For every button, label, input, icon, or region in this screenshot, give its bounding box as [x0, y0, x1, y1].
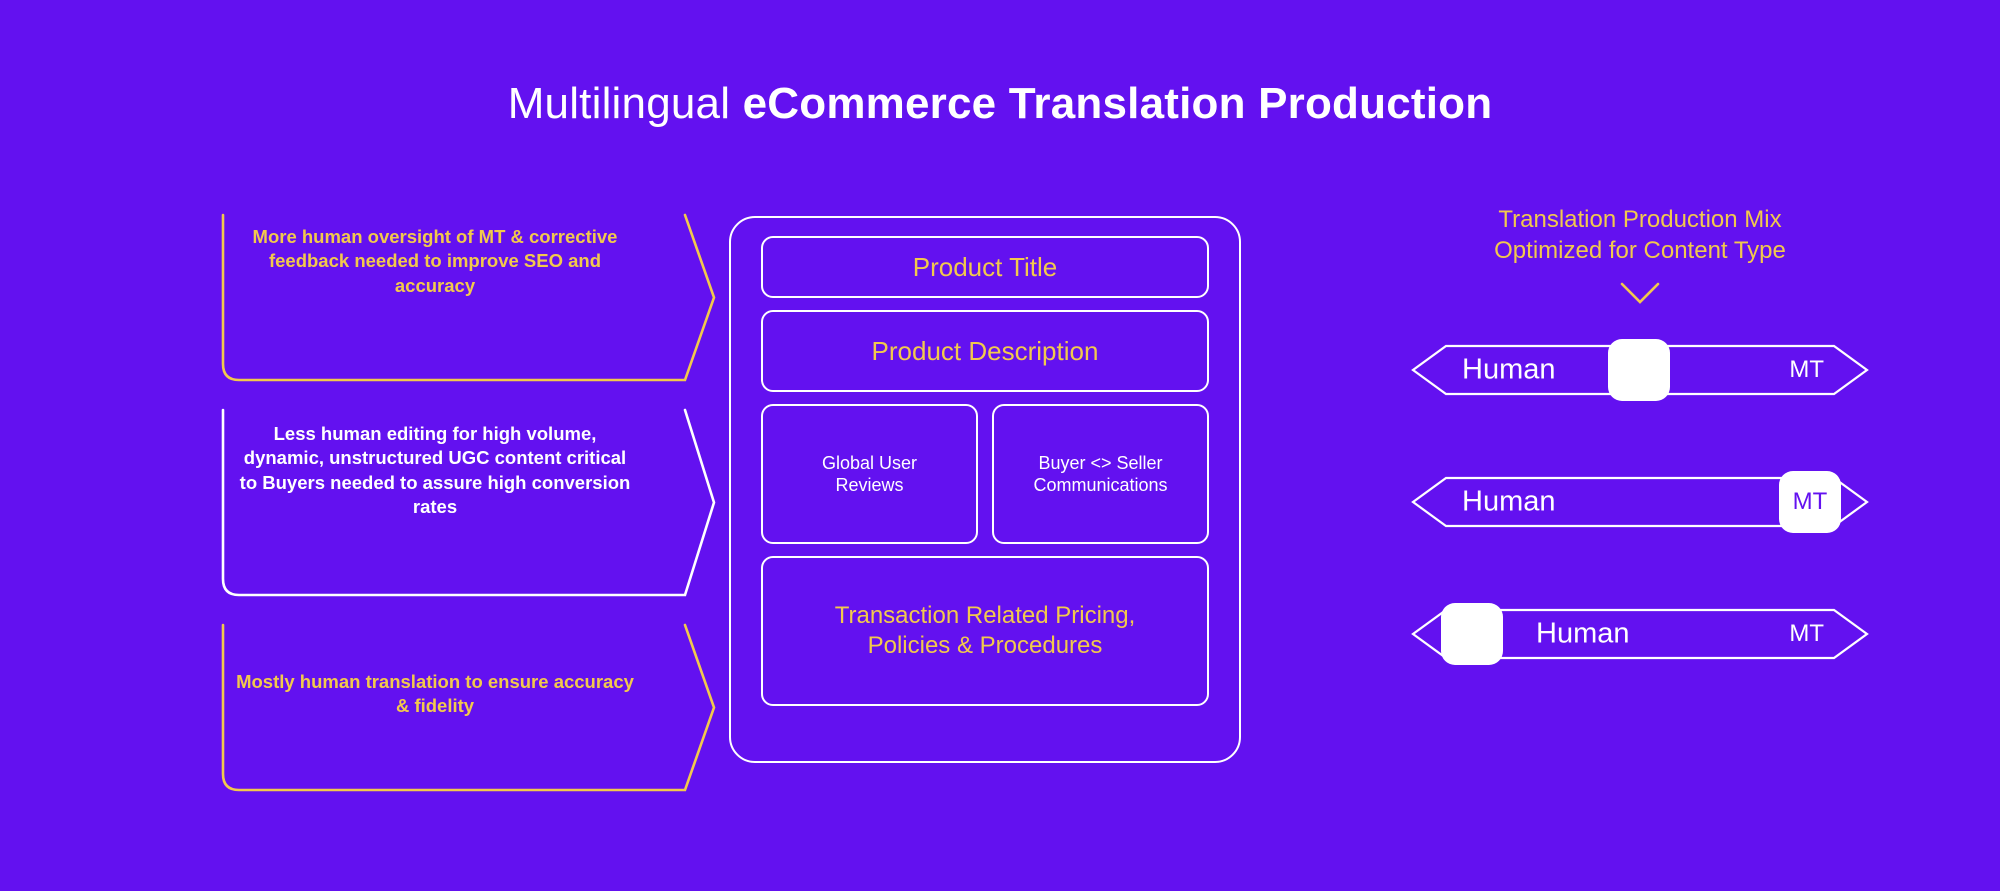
chevron-down-icon — [1620, 283, 1660, 305]
callout-ugc: Less human editing for high volume, dyna… — [215, 408, 716, 597]
callout-seo: More human oversight of MT & corrective … — [215, 213, 716, 382]
slider-ugc-content[interactable]: Human MT — [1410, 466, 1870, 538]
callout-human-translation: Mostly human translation to ensure accur… — [215, 623, 716, 792]
page-title-light: Multilingual — [507, 79, 743, 128]
translation-mix-heading: Translation Production Mix Optimized for… — [1494, 206, 1786, 264]
page-title: Multilingual eCommerce Translation Produ… — [0, 78, 2000, 131]
content-box-transaction-related[interactable]: Transaction Related Pricing, Policies & … — [761, 556, 1209, 706]
slider-product-content[interactable]: Human MT — [1410, 334, 1870, 406]
callout-group: More human oversight of MT & corrective … — [215, 213, 716, 792]
callout-ugc-label: Less human editing for high volume, dyna… — [239, 423, 631, 518]
content-box-global-user-reviews[interactable]: Global User Reviews — [761, 404, 978, 544]
content-box-row: Global User Reviews Buyer <> Seller Comm… — [761, 404, 1209, 544]
page-title-bold: eCommerce Translation Production — [742, 79, 1493, 128]
callout-seo-label: More human oversight of MT & corrective … — [252, 226, 618, 296]
slider-handle[interactable] — [1441, 603, 1503, 666]
slider-handle[interactable] — [1608, 339, 1670, 402]
translation-mix-section: Translation Production Mix Optimized for… — [1400, 205, 1880, 670]
content-box-product-title[interactable]: Product Title — [761, 236, 1209, 298]
slider-transaction-content[interactable]: Human MT — [1410, 598, 1870, 670]
content-type-panel: Product Title Product Description Global… — [729, 216, 1241, 763]
slider-handle[interactable]: MT — [1779, 471, 1841, 534]
callout-human-translation-label: Mostly human translation to ensure accur… — [236, 671, 634, 717]
content-box-product-description[interactable]: Product Description — [761, 310, 1209, 392]
content-box-buyer-seller-communications[interactable]: Buyer <> Seller Communications — [992, 404, 1209, 544]
